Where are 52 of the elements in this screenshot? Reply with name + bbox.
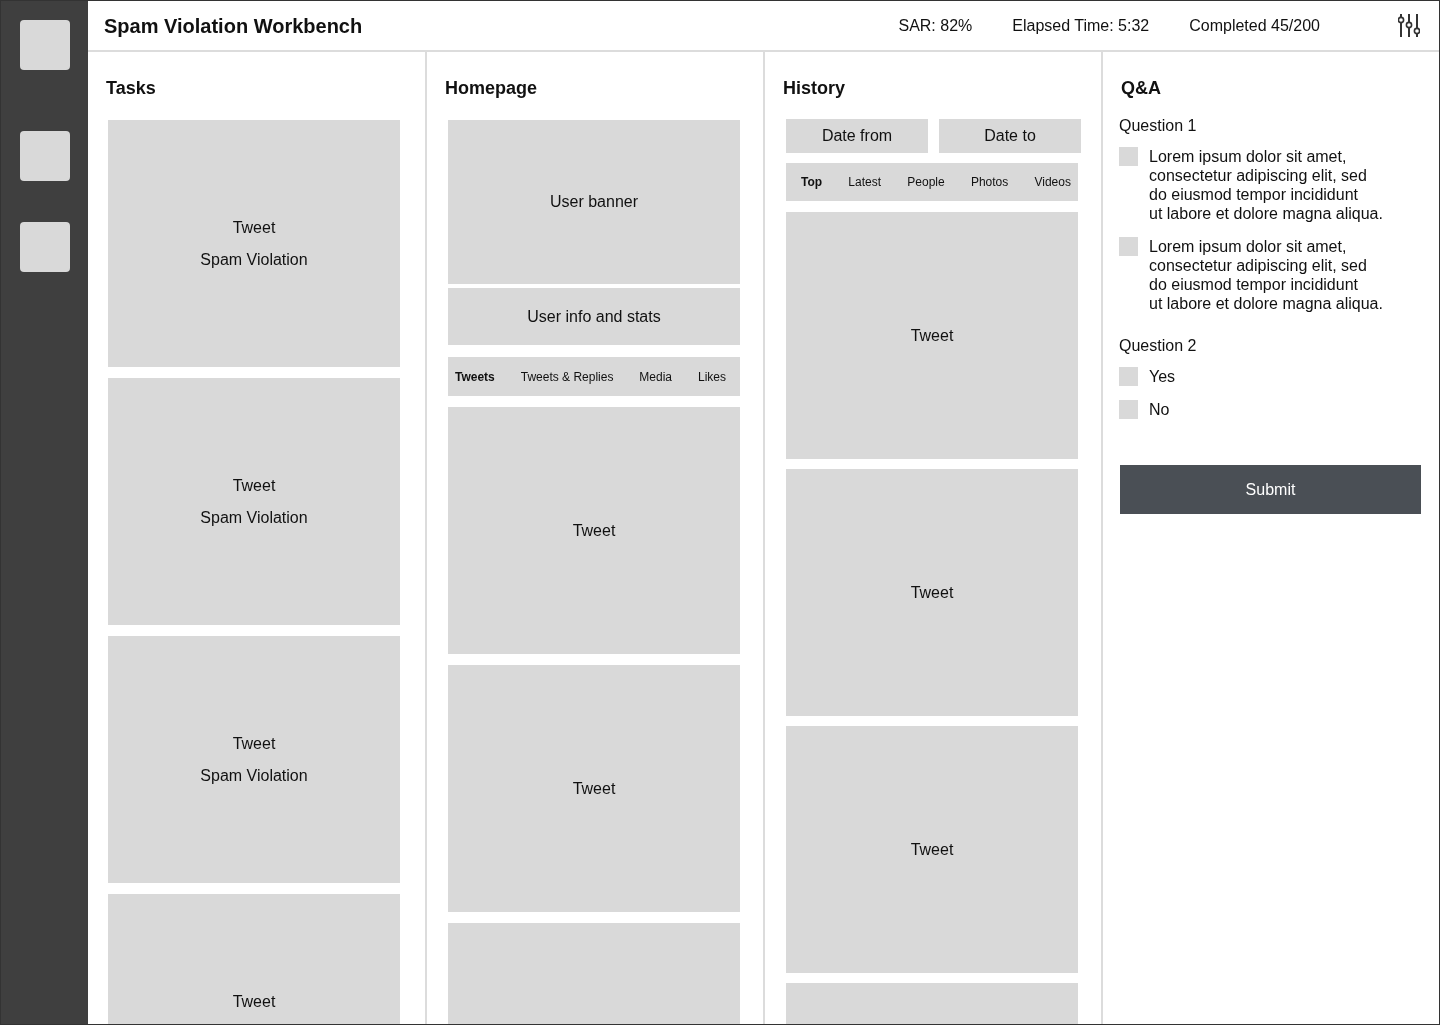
submit-button[interactable]: Submit — [1120, 465, 1421, 514]
column-title: Tasks — [106, 78, 157, 98]
tab[interactable]: Latest — [848, 175, 882, 189]
user-banner: User banner — [448, 120, 740, 284]
checkbox[interactable] — [1119, 400, 1138, 419]
option-text: Lorem ipsum dolor sit amet, consectetur adipiscing elit, sed do eiusmod tempor incididunt ut labore et dolore magna aliqua. — [1149, 237, 1383, 313]
app-title: Spam Violation Workbench — [104, 13, 363, 38]
tweet-card: Tweet — [786, 469, 1078, 716]
tweet-label: Tweet — [232, 734, 276, 754]
date-from-button[interactable]: Date from — [786, 119, 928, 153]
checkbox[interactable] — [1119, 147, 1138, 166]
date-to-button[interactable]: Date to — [939, 119, 1081, 153]
tab[interactable]: Likes — [697, 369, 726, 384]
tab[interactable]: People — [907, 175, 945, 189]
tab[interactable]: Photos — [970, 175, 1009, 189]
question-label: Question 2 — [1119, 336, 1198, 356]
checkbox[interactable] — [1119, 367, 1138, 386]
user-info-panel: User info and stats — [448, 288, 740, 345]
stat-text: SAR: 82% — [898, 16, 973, 35]
tab[interactable]: Tweets — [455, 369, 495, 384]
tweet-card: Tweet — [448, 665, 740, 912]
column-title: Homepage — [445, 78, 539, 98]
task-card[interactable]: Tweet Spam Violation — [108, 120, 400, 367]
tweet-card: Tweet — [786, 212, 1078, 459]
tab[interactable]: Videos — [1034, 175, 1071, 189]
tab[interactable]: Top — [801, 175, 823, 189]
violation-label: Spam Violation — [200, 508, 308, 528]
settings-icon[interactable] — [1398, 14, 1420, 37]
nav-button[interactable] — [19, 131, 70, 181]
column-title: History — [783, 78, 846, 98]
stat-text: Elapsed Time: 5:32 — [1012, 16, 1150, 35]
task-card[interactable]: Tweet Spam Violation — [108, 378, 400, 625]
tweet-card: Tweet — [448, 407, 740, 654]
violation-label: Spam Violation — [200, 766, 308, 786]
tweet-label: Tweet — [232, 218, 276, 238]
tab[interactable]: Media — [639, 369, 673, 384]
tab[interactable]: Tweets & Replies — [520, 369, 614, 384]
task-card[interactable]: Tweet Spam Violation — [108, 636, 400, 883]
nav-button[interactable] — [19, 222, 70, 272]
question-label: Question 1 — [1119, 116, 1198, 136]
option-text: No — [1149, 400, 1170, 419]
stat-text: Completed 45/200 — [1189, 16, 1320, 35]
checkbox[interactable] — [1119, 237, 1138, 256]
column-title: Q&A — [1121, 78, 1162, 98]
option-text: Lorem ipsum dolor sit amet, consectetur adipiscing elit, sed do eiusmod tempor incididunt ut labore et dolore magna aliqua. — [1149, 147, 1383, 223]
task-card[interactable]: Tweet — [108, 894, 400, 1024]
option-text: Yes — [1149, 367, 1176, 386]
nav-button[interactable] — [19, 20, 70, 70]
tweet-label: Tweet — [232, 476, 276, 496]
violation-label: Spam Violation — [200, 250, 308, 270]
tweet-label: Tweet — [232, 992, 276, 1012]
tweet-card: Tweet — [786, 726, 1078, 973]
